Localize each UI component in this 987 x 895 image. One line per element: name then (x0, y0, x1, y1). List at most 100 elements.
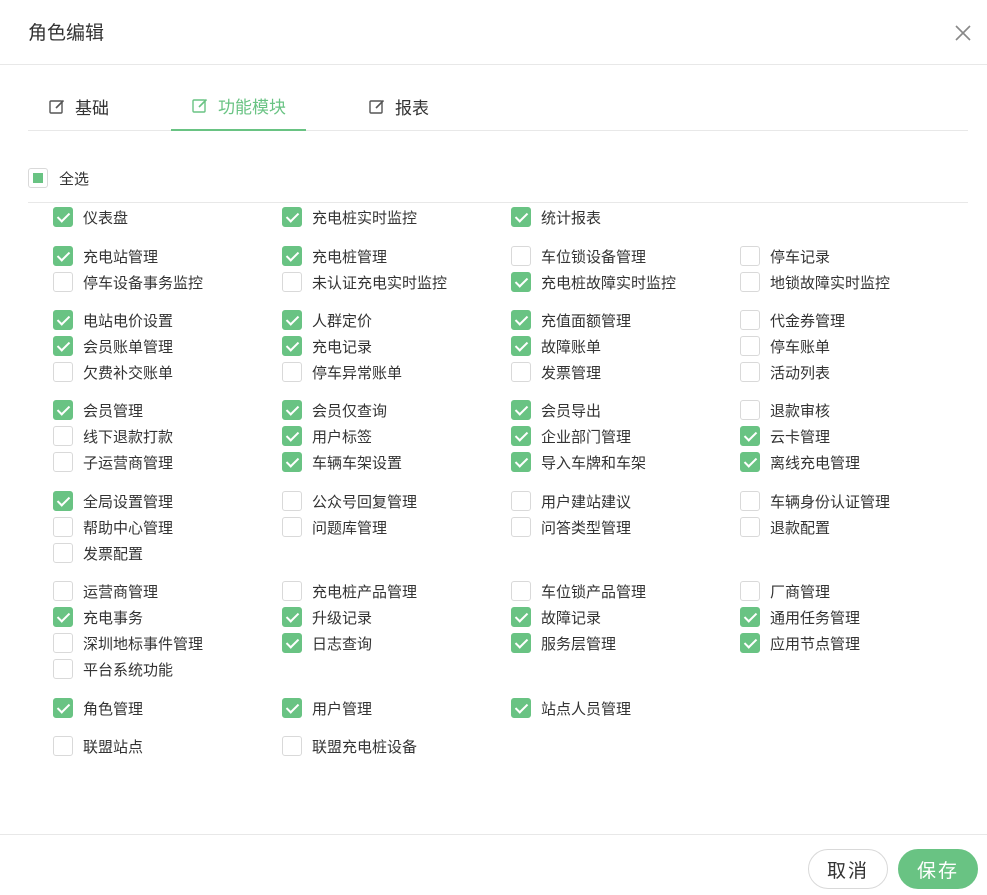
permission-item[interactable]: 充电桩产品管理 (282, 580, 417, 602)
permission-checkbox[interactable] (511, 400, 531, 420)
permission-item[interactable]: 车辆身份认证管理 (740, 490, 890, 512)
permission-item[interactable]: 用户建站建议 (511, 490, 631, 512)
permission-checkbox[interactable] (53, 517, 73, 537)
select-all[interactable]: 全选 (28, 167, 89, 189)
permission-checkbox[interactable] (511, 491, 531, 511)
permission-item[interactable]: 活动列表 (740, 361, 830, 383)
permission-item[interactable]: 发票配置 (53, 542, 143, 564)
permission-checkbox[interactable] (53, 491, 73, 511)
permission-checkbox[interactable] (282, 452, 302, 472)
permission-item[interactable]: 升级记录 (282, 606, 372, 628)
tab-basic[interactable]: 基础 (28, 82, 129, 131)
permission-item[interactable]: 角色管理 (53, 697, 143, 719)
permission-item[interactable]: 车位锁产品管理 (511, 580, 646, 602)
permission-checkbox[interactable] (282, 633, 302, 653)
permission-item[interactable]: 离线充电管理 (740, 451, 860, 473)
permission-checkbox[interactable] (53, 736, 73, 756)
permission-item[interactable]: 充电站管理 (53, 245, 158, 267)
permission-item[interactable]: 人群定价 (282, 309, 372, 331)
permission-item[interactable]: 停车异常账单 (282, 361, 402, 383)
permission-item[interactable]: 车辆车架设置 (282, 451, 402, 473)
permission-item[interactable]: 充电桩故障实时监控 (511, 271, 676, 293)
permission-item[interactable]: 电站电价设置 (53, 309, 173, 331)
permission-item[interactable]: 停车账单 (740, 335, 830, 357)
permission-checkbox[interactable] (511, 633, 531, 653)
permission-checkbox[interactable] (282, 607, 302, 627)
permission-checkbox[interactable] (53, 207, 73, 227)
permission-item[interactable]: 联盟充电桩设备 (282, 735, 417, 757)
permission-checkbox[interactable] (53, 633, 73, 653)
permission-item[interactable]: 欠费补交账单 (53, 361, 173, 383)
permission-item[interactable]: 导入车牌和车架 (511, 451, 646, 473)
permission-checkbox[interactable] (282, 272, 302, 292)
permission-checkbox[interactable] (740, 491, 760, 511)
permission-item[interactable]: 故障记录 (511, 606, 601, 628)
permission-item[interactable]: 通用任务管理 (740, 606, 860, 628)
permission-checkbox[interactable] (740, 272, 760, 292)
permission-checkbox[interactable] (282, 310, 302, 330)
permission-checkbox[interactable] (53, 581, 73, 601)
permission-checkbox[interactable] (511, 452, 531, 472)
permission-checkbox[interactable] (53, 659, 73, 679)
permission-checkbox[interactable] (282, 698, 302, 718)
save-button[interactable]: 保存 (898, 849, 978, 889)
permission-checkbox[interactable] (740, 517, 760, 537)
permission-checkbox[interactable] (282, 400, 302, 420)
permission-checkbox[interactable] (511, 517, 531, 537)
permission-item[interactable]: 统计报表 (511, 206, 601, 228)
permission-checkbox[interactable] (511, 336, 531, 356)
permission-checkbox[interactable] (53, 272, 73, 292)
permission-checkbox[interactable] (740, 246, 760, 266)
permission-checkbox[interactable] (511, 272, 531, 292)
permission-item[interactable]: 子运营商管理 (53, 451, 173, 473)
permission-checkbox[interactable] (740, 607, 760, 627)
permission-item[interactable]: 用户管理 (282, 697, 372, 719)
permission-checkbox[interactable] (282, 362, 302, 382)
permission-checkbox[interactable] (282, 426, 302, 446)
permission-checkbox[interactable] (511, 207, 531, 227)
permission-item[interactable]: 全局设置管理 (53, 490, 173, 512)
permission-item[interactable]: 深圳地标事件管理 (53, 632, 203, 654)
permission-checkbox[interactable] (53, 246, 73, 266)
tab-function-modules[interactable]: 功能模块 (171, 82, 306, 131)
permission-checkbox[interactable] (511, 581, 531, 601)
permission-checkbox[interactable] (53, 310, 73, 330)
permission-checkbox[interactable] (53, 362, 73, 382)
permission-item[interactable]: 会员账单管理 (53, 335, 173, 357)
permission-item[interactable]: 代金券管理 (740, 309, 845, 331)
permission-item[interactable]: 运营商管理 (53, 580, 158, 602)
permission-item[interactable]: 线下退款打款 (53, 425, 173, 447)
permission-item[interactable]: 站点人员管理 (511, 697, 631, 719)
permission-checkbox[interactable] (740, 336, 760, 356)
select-all-checkbox[interactable] (28, 168, 48, 188)
permission-checkbox[interactable] (511, 698, 531, 718)
permission-item[interactable]: 退款配置 (740, 516, 830, 538)
permission-item[interactable]: 充值面额管理 (511, 309, 631, 331)
permission-checkbox[interactable] (740, 581, 760, 601)
permission-item[interactable]: 发票管理 (511, 361, 601, 383)
permission-checkbox[interactable] (740, 310, 760, 330)
permission-item[interactable]: 会员仅查询 (282, 399, 387, 421)
permission-checkbox[interactable] (53, 452, 73, 472)
permission-checkbox[interactable] (511, 607, 531, 627)
permission-item[interactable]: 充电记录 (282, 335, 372, 357)
permission-checkbox[interactable] (511, 362, 531, 382)
permission-checkbox[interactable] (282, 207, 302, 227)
permission-item[interactable]: 充电桩实时监控 (282, 206, 417, 228)
permission-item[interactable]: 故障账单 (511, 335, 601, 357)
permission-checkbox[interactable] (53, 426, 73, 446)
permission-item[interactable]: 服务层管理 (511, 632, 616, 654)
permission-item[interactable]: 厂商管理 (740, 580, 830, 602)
permission-checkbox[interactable] (53, 543, 73, 563)
tab-reports[interactable]: 报表 (348, 82, 449, 131)
permission-item[interactable]: 企业部门管理 (511, 425, 631, 447)
permission-checkbox[interactable] (53, 698, 73, 718)
permission-checkbox[interactable] (740, 633, 760, 653)
permission-checkbox[interactable] (740, 400, 760, 420)
permission-item[interactable]: 应用节点管理 (740, 632, 860, 654)
close-icon[interactable] (951, 21, 975, 45)
permission-checkbox[interactable] (282, 581, 302, 601)
permission-checkbox[interactable] (740, 426, 760, 446)
permission-item[interactable]: 联盟站点 (53, 735, 143, 757)
permission-item[interactable]: 车位锁设备管理 (511, 245, 646, 267)
